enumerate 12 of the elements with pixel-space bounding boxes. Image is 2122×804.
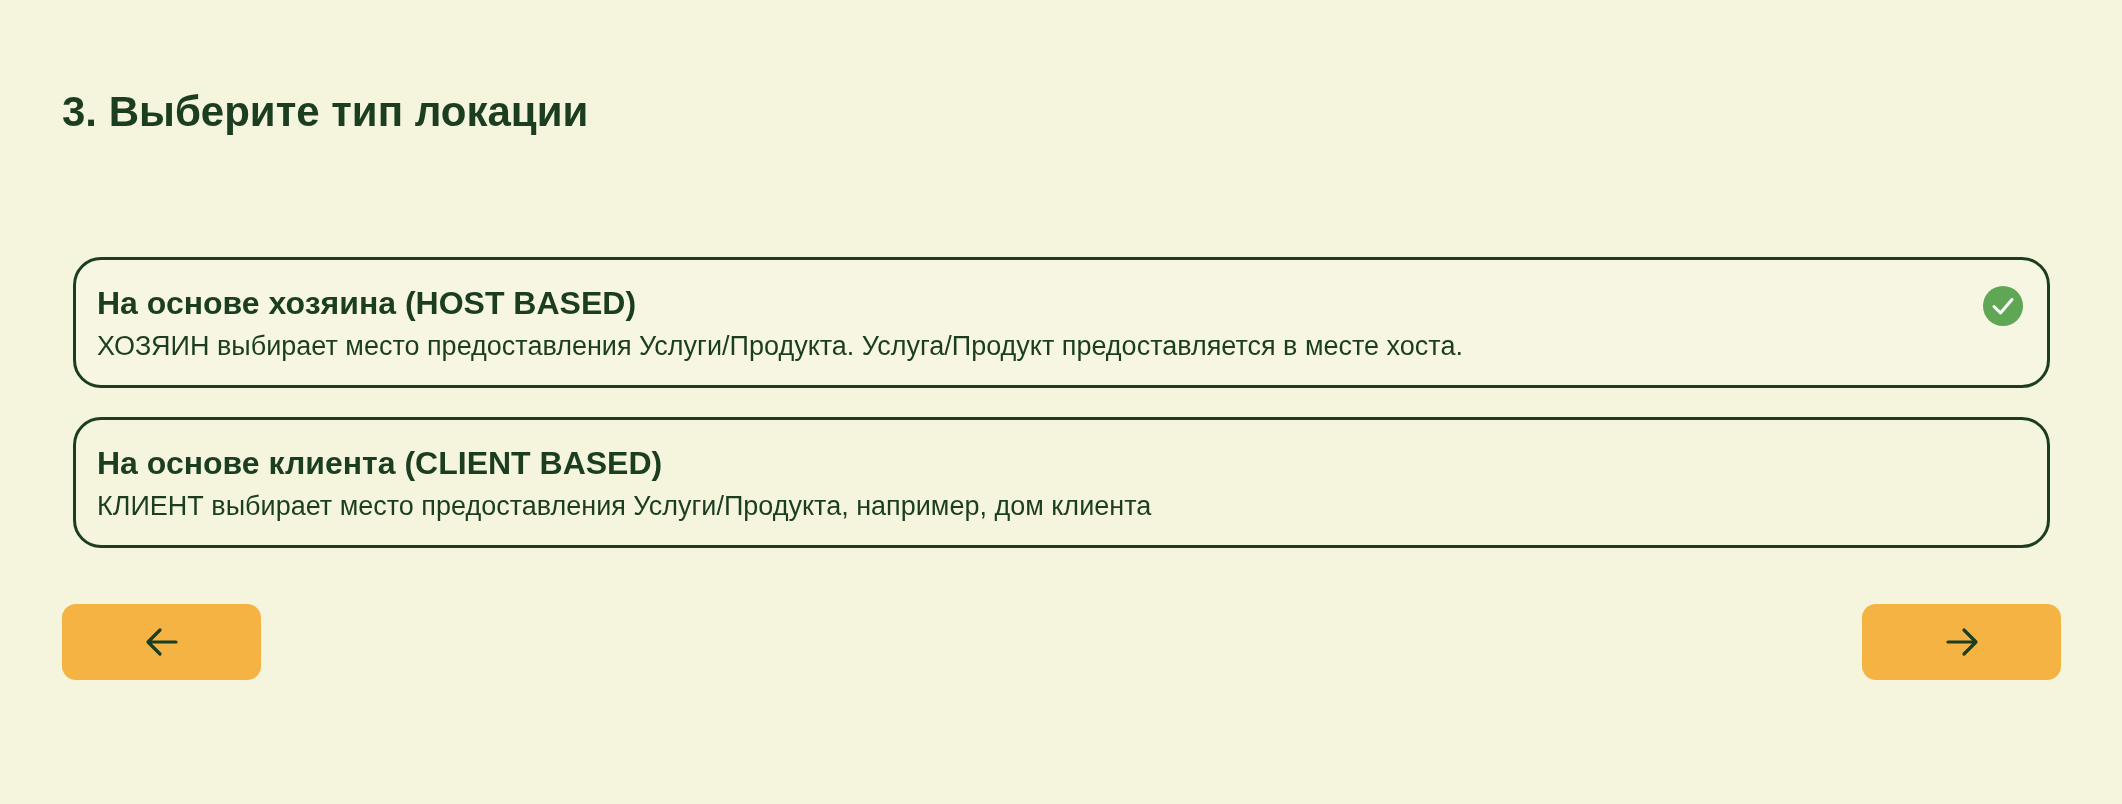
arrow-left-icon — [144, 627, 179, 657]
option-description: КЛИЕНТ выбирает место предоставления Услуги/Продукта, например, дом клиента — [97, 489, 1152, 523]
check-icon — [1983, 286, 2023, 326]
arrow-right-icon — [1944, 627, 1979, 657]
option-card[interactable]: На основе клиента (CLIENT BASED) КЛИЕНТ выбирает место предоставления Услуги/Продукта, например, дом клиента — [73, 417, 2050, 548]
option-description: ХОЗЯИН выбирает место предоставления Услуги/Продукта. Услуга/Продукт предоставляется в месте хоста. — [97, 329, 1463, 363]
option-title: На основе клиента (CLIENT BASED) — [97, 443, 663, 483]
option-title: На основе хозяина (HOST BASED) — [97, 283, 637, 323]
back-button[interactable] — [62, 604, 261, 680]
next-button[interactable] — [1862, 604, 2061, 680]
page-title: 3. Выберите тип локации — [62, 87, 589, 137]
option-card[interactable]: На основе хозяина (HOST BASED) ХОЗЯИН выбирает место предоставления Услуги/Продукта. Услуга/Продукт предоставляется в месте хоста. — [73, 257, 2050, 388]
